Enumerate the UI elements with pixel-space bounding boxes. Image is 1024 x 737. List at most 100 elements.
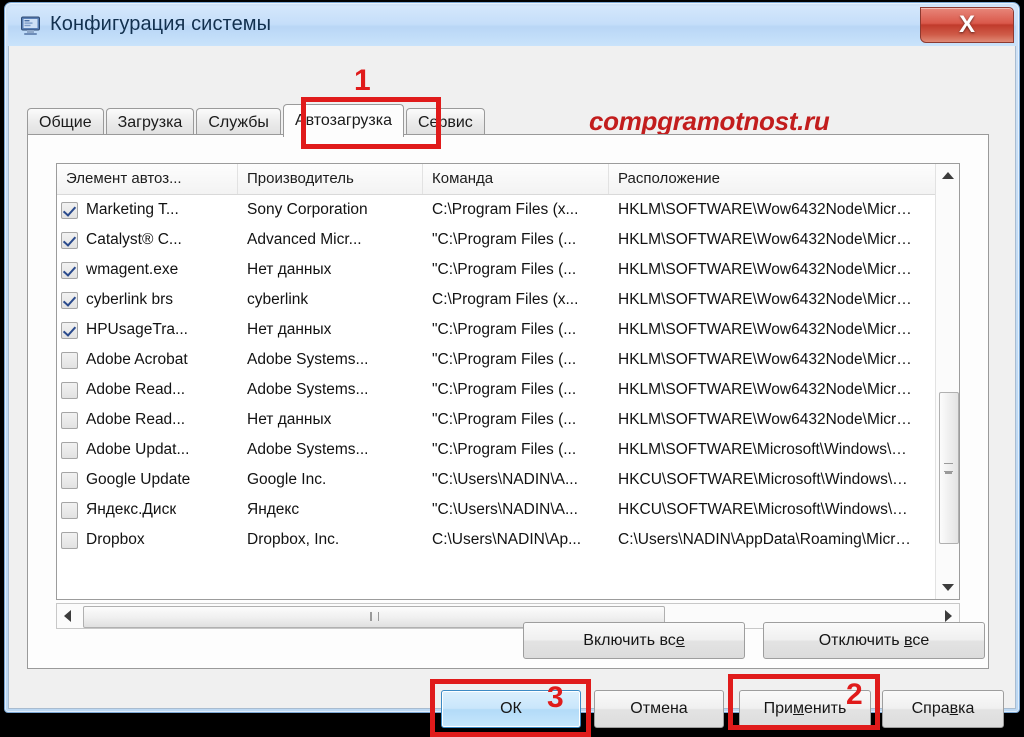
checkbox-checked-icon[interactable] xyxy=(61,261,78,279)
site-watermark: compgramotnost.ru xyxy=(589,106,830,136)
cell-item: Google Update xyxy=(57,465,238,495)
cell-item: Marketing T... xyxy=(57,195,238,225)
annotation-number-1: 1 xyxy=(354,64,371,97)
cell-item: HPUsageTra... xyxy=(57,315,238,345)
checkbox-checked-icon[interactable] xyxy=(61,201,78,219)
cell-item: Adobe Read... xyxy=(57,375,238,405)
cell-item: Adobe Read... xyxy=(57,405,238,435)
column-header-item[interactable]: Элемент автоз... xyxy=(57,164,238,194)
scroll-down-icon[interactable] xyxy=(936,575,959,599)
tab-strip: Общие Загрузка Службы Автозагрузка Серви… xyxy=(27,104,487,137)
cell-manufacturer: Adobe Systems... xyxy=(247,381,369,398)
cell-command: "C:\Program Files (... xyxy=(432,381,577,398)
list-header-row: Элемент автоз... Производитель Команда Р… xyxy=(57,164,959,195)
enable-all-label-pre: Включить вс xyxy=(583,632,676,649)
table-row[interactable]: HPUsageTra... Нет данных "C:\Program Files… xyxy=(57,315,959,345)
enable-all-button[interactable]: Включить все xyxy=(523,622,745,659)
checkbox-checked-icon[interactable] xyxy=(61,291,78,309)
cell-location: HKLM\SOFTWARE\Wow6432Node\Micr… xyxy=(618,411,912,428)
vertical-scroll-thumb[interactable] xyxy=(939,392,959,544)
checkbox-checked-icon[interactable] xyxy=(61,231,78,249)
cell-location: HKLM\SOFTWARE\Wow6432Node\Micr… xyxy=(618,231,912,248)
ok-button[interactable]: ОК xyxy=(441,690,581,728)
tab-obshie[interactable]: Общие xyxy=(27,108,104,136)
table-row[interactable]: Adobe Read... Нет данных "C:\Program Files… xyxy=(57,405,959,435)
cell-location: HKLM\SOFTWARE\Wow6432Node\Micr… xyxy=(618,201,912,218)
checkbox-unchecked-icon[interactable] xyxy=(61,411,78,429)
cell-command: "C:\Program Files (... xyxy=(432,321,577,338)
checkbox-unchecked-icon[interactable] xyxy=(61,471,78,489)
item-label: wmagent.exe xyxy=(86,261,179,278)
help-label-post: ка xyxy=(958,700,975,717)
table-row[interactable]: Adobe Updat... Adobe Systems... "C:\Progra… xyxy=(57,435,959,465)
column-header-command[interactable]: Команда xyxy=(423,164,609,194)
item-label: HPUsageTra... xyxy=(86,321,188,338)
cell-manufacturer: Нет данных xyxy=(247,321,332,338)
cell-command: "C:\Program Files (... xyxy=(432,441,577,458)
table-row[interactable]: Яндекс.Диск Яндекс "C:\Users\NADIN\A... HKC… xyxy=(57,495,959,525)
system-configuration-window: Конфигурация системы X compgramotnost.ru… xyxy=(4,2,1020,737)
checkbox-unchecked-icon[interactable] xyxy=(61,531,78,549)
cell-item: Яндекс.Диск xyxy=(57,495,238,525)
checkbox-unchecked-icon[interactable] xyxy=(61,381,78,399)
cell-manufacturer: Dropbox, Inc. xyxy=(247,531,340,548)
scroll-left-icon[interactable] xyxy=(57,604,79,628)
cell-manufacturer: Google Inc. xyxy=(247,471,327,488)
item-label: Google Update xyxy=(86,471,191,488)
cell-location: HKLM\SOFTWARE\Wow6432Node\Micr… xyxy=(618,261,912,278)
table-row[interactable]: Dropbox Dropbox, Inc. C:\Users\NADIN\Ap...… xyxy=(57,525,959,555)
cell-command: "C:\Program Files (... xyxy=(432,411,577,428)
table-row[interactable]: Marketing T... Sony Corporation C:\Program… xyxy=(57,195,959,225)
column-header-location[interactable]: Расположение xyxy=(609,164,939,194)
window-title: Конфигурация системы xyxy=(50,13,272,35)
disable-all-button[interactable]: Отключить все xyxy=(763,622,985,659)
cell-manufacturer: Adobe Systems... xyxy=(247,351,369,368)
table-row[interactable]: cyberlink brs cyberlink C:\Program Files (… xyxy=(57,285,959,315)
checkbox-unchecked-icon[interactable] xyxy=(61,441,78,459)
startup-tab-page: Элемент автоз... Производитель Команда Р… xyxy=(27,134,989,669)
cell-manufacturer: Sony Corporation xyxy=(247,201,368,218)
help-button[interactable]: Справка xyxy=(882,690,1004,728)
cell-location: HKCU\SOFTWARE\Microsoft\Windows\… xyxy=(618,471,908,488)
item-label: Adobe Read... xyxy=(86,381,186,398)
cell-command: "C:\Program Files (... xyxy=(432,231,577,248)
enable-all-label-accel: е xyxy=(675,632,685,649)
vertical-scrollbar[interactable] xyxy=(935,164,959,599)
cell-manufacturer: Яндекс xyxy=(247,501,300,518)
cell-manufacturer: Advanced Micr... xyxy=(247,231,362,248)
tab-sluzhby[interactable]: Службы xyxy=(196,108,281,136)
system-configuration-icon xyxy=(21,16,40,35)
apply-button[interactable]: Применить xyxy=(739,690,871,728)
table-row[interactable]: Google Update Google Inc. "C:\Users\NADIN\… xyxy=(57,465,959,495)
table-row[interactable]: Adobe Read... Adobe Systems... "C:\Program… xyxy=(57,375,959,405)
checkbox-unchecked-icon[interactable] xyxy=(61,501,78,519)
table-row[interactable]: Catalyst® C... Advanced Micr... "C:\Progra… xyxy=(57,225,959,255)
checkbox-checked-icon[interactable] xyxy=(61,321,78,339)
item-label: Marketing T... xyxy=(86,201,179,218)
cell-location: HKLM\SOFTWARE\Wow6432Node\Micr… xyxy=(618,381,912,398)
cell-command: "C:\Program Files (... xyxy=(432,351,577,368)
disable-all-label-pre: Отключить xyxy=(818,632,905,649)
cell-manufacturer: Нет данных xyxy=(247,411,332,428)
help-label-accel: в xyxy=(949,700,959,717)
close-button[interactable]: X xyxy=(920,7,1014,43)
dialog-client-area: compgramotnost.ru Общие Загрузка Службы … xyxy=(8,46,1016,737)
checkbox-unchecked-icon[interactable] xyxy=(61,351,78,369)
tab-autozagruzka[interactable]: Автозагрузка xyxy=(282,104,404,137)
tab-zagruzka[interactable]: Загрузка xyxy=(105,108,195,136)
cell-location: HKCU\SOFTWARE\Microsoft\Windows\… xyxy=(618,501,908,518)
title-bar: Конфигурация системы X xyxy=(8,6,1016,46)
tab-servis[interactable]: Сервис xyxy=(406,108,485,136)
cancel-button[interactable]: Отмена xyxy=(594,690,724,728)
table-row[interactable]: Adobe Acrobat Adobe Systems... "C:\Program… xyxy=(57,345,959,375)
help-label-pre: Спра xyxy=(911,700,950,717)
item-label: Яндекс.Диск xyxy=(86,501,177,518)
scroll-up-icon[interactable] xyxy=(936,164,959,188)
column-header-manufacturer[interactable]: Производитель xyxy=(238,164,423,194)
cell-command: "C:\Program Files (... xyxy=(432,261,577,278)
cell-command: C:\Users\NADIN\Ap... xyxy=(432,531,581,548)
table-row[interactable]: wmagent.exe Нет данных "C:\Program Files (… xyxy=(57,255,959,285)
cell-item: wmagent.exe xyxy=(57,255,238,285)
cell-location: HKLM\SOFTWARE\Wow6432Node\Micr… xyxy=(618,321,912,338)
cell-location: C:\Users\NADIN\AppData\Roaming\Micr… xyxy=(618,531,911,548)
